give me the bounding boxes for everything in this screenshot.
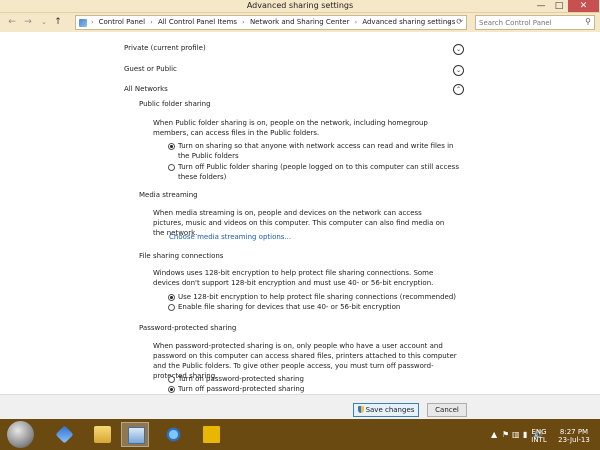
- control-panel-icon: [128, 427, 145, 444]
- public-folder-off-label[interactable]: Turn off Public folder sharing (people l…: [178, 162, 460, 182]
- clock-date: 23-Jul-13: [558, 436, 590, 444]
- cancel-button[interactable]: Cancel: [427, 403, 467, 417]
- search-box[interactable]: ⚲: [475, 15, 595, 30]
- start-button[interactable]: [6, 421, 36, 448]
- breadcrumb-separator: ›: [242, 19, 245, 26]
- up-button[interactable]: ↑: [53, 16, 63, 28]
- breadcrumb-separator: ›: [150, 19, 153, 26]
- taskbar: ▲ ⚑ ▥ ▮ 🔊 ENG INTL 8:27 PM 23-Jul-13: [0, 419, 600, 450]
- minimize-button[interactable]: —: [533, 0, 549, 12]
- public-folder-off-radio[interactable]: [168, 164, 175, 171]
- media-streaming-options-link[interactable]: Choose media streaming options...: [169, 233, 291, 241]
- encryption-40-56-radio[interactable]: [168, 304, 175, 311]
- media-streaming-heading: Media streaming: [139, 191, 198, 199]
- expand-guest-icon[interactable]: ⌄: [453, 65, 464, 76]
- public-folder-on-radio[interactable]: [168, 143, 175, 150]
- search-input[interactable]: [479, 17, 579, 29]
- start-orb-icon: [7, 421, 34, 448]
- refresh-icon[interactable]: ⟳: [456, 17, 463, 26]
- window-title: Advanced sharing settings: [246, 1, 354, 10]
- back-button[interactable]: ←: [7, 16, 17, 28]
- folder-icon: [94, 426, 111, 443]
- public-folder-on-label[interactable]: Turn on sharing so that anyone with netw…: [178, 141, 460, 161]
- breadcrumb-network-sharing-center[interactable]: Network and Sharing Center: [250, 18, 350, 26]
- maximize-button[interactable]: □: [551, 0, 567, 12]
- address-row: ← → ⌄ ↑ › Control Panel › All Control Pa…: [0, 13, 600, 32]
- action-center-flag-icon[interactable]: ⚑: [502, 430, 509, 439]
- password-off-radio[interactable]: [168, 386, 175, 393]
- internet-explorer-icon: [165, 426, 182, 443]
- encryption-128-radio[interactable]: [168, 294, 175, 301]
- password-off-label[interactable]: Turn off password-protected sharing: [178, 384, 378, 394]
- network-globe-icon: [55, 425, 74, 444]
- show-hidden-icons-icon[interactable]: ▲: [491, 430, 497, 439]
- search-icon[interactable]: ⚲: [585, 17, 591, 26]
- clock[interactable]: 8:27 PM 23-Jul-13: [552, 428, 596, 444]
- taskbar-utility-app[interactable]: [197, 422, 225, 447]
- password-on-label[interactable]: Turn on password-protected sharing: [178, 374, 378, 384]
- address-bar[interactable]: › Control Panel › All Control Panel Item…: [75, 15, 467, 30]
- language-code: ENG: [531, 428, 547, 436]
- public-folder-heading: Public folder sharing: [139, 100, 211, 108]
- encryption-128-label[interactable]: Use 128-bit encryption to help protect f…: [178, 292, 468, 302]
- file-sharing-description: Windows uses 128-bit encryption to help …: [153, 269, 434, 287]
- utility-app-icon: [203, 426, 220, 443]
- password-sharing-heading: Password-protected sharing: [139, 324, 237, 332]
- language-indicator[interactable]: ENG INTL: [527, 428, 551, 444]
- clock-time: 8:27 PM: [559, 428, 589, 436]
- password-on-radio[interactable]: [168, 376, 175, 383]
- taskbar-control-panel[interactable]: [121, 422, 149, 447]
- taskbar-file-explorer[interactable]: [88, 422, 116, 447]
- breadcrumb-separator: ›: [354, 19, 358, 26]
- breadcrumb-advanced-sharing[interactable]: Advanced sharing settings: [362, 18, 455, 26]
- encryption-40-56-label[interactable]: Enable file sharing for devices that use…: [178, 302, 468, 312]
- breadcrumb-separator: ›: [91, 19, 94, 26]
- dialog-button-bar: Save changes Cancel: [0, 394, 600, 419]
- breadcrumb: › Control Panel › All Control Panel Item…: [88, 18, 455, 26]
- breadcrumb-all-items[interactable]: All Control Panel Items: [158, 18, 237, 26]
- uac-shield-icon: [357, 406, 364, 413]
- forward-button[interactable]: →: [23, 16, 33, 28]
- keyboard-layout: INTL: [531, 436, 547, 444]
- save-changes-button[interactable]: Save changes: [353, 403, 419, 417]
- settings-content: Private (current profile) ⌄ Guest or Pub…: [0, 32, 600, 394]
- profile-all-networks-label[interactable]: All Networks: [124, 85, 168, 93]
- save-changes-label: Save changes: [365, 406, 415, 414]
- public-folder-description: When Public folder sharing is on, people…: [153, 119, 428, 137]
- taskbar-internet-explorer[interactable]: [159, 422, 187, 447]
- collapse-all-networks-icon[interactable]: ⌃: [453, 84, 464, 95]
- control-panel-icon: [79, 19, 87, 27]
- profile-guest-label[interactable]: Guest or Public: [124, 65, 177, 73]
- file-sharing-heading: File sharing connections: [139, 252, 224, 260]
- recent-locations-button[interactable]: ⌄: [39, 16, 49, 28]
- profile-private-label[interactable]: Private (current profile): [124, 44, 206, 52]
- expand-private-icon[interactable]: ⌄: [453, 44, 464, 55]
- taskbar-network-app[interactable]: [50, 422, 78, 447]
- close-button[interactable]: ✕: [568, 0, 599, 12]
- breadcrumb-control-panel[interactable]: Control Panel: [99, 18, 145, 26]
- title-bar: Advanced sharing settings — □ ✕: [0, 0, 600, 13]
- address-dropdown-icon[interactable]: ⌄: [447, 18, 452, 25]
- network-status-icon[interactable]: ▥: [512, 430, 520, 439]
